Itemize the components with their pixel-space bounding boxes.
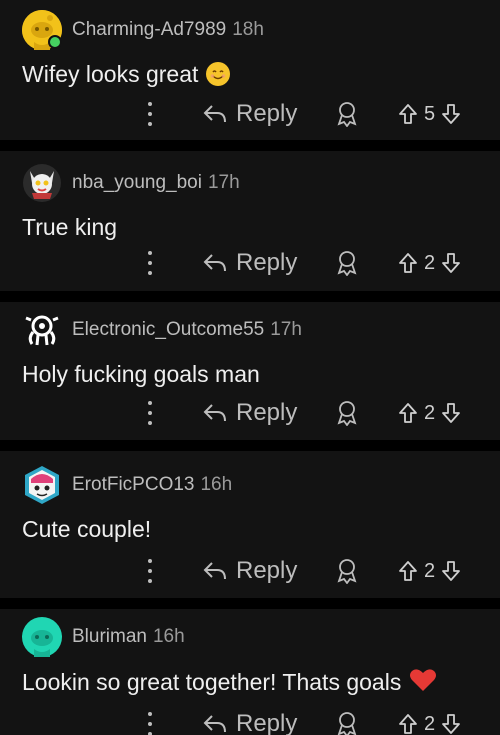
comment-text: Holy fucking goals man [22,360,478,388]
timestamp: 16h [200,474,233,495]
award-icon[interactable] [336,711,358,735]
reply-label: Reply [236,249,298,276]
vote-controls: 5 [398,103,461,126]
reply-button[interactable]: Reply [202,249,297,277]
comment-body: Holy fucking goals man [22,361,260,387]
downvote-icon[interactable] [441,103,461,125]
upvote-icon[interactable] [398,713,418,735]
award-icon[interactable] [336,558,358,584]
vote-count: 5 [424,102,436,125]
comment-text: Wifey looks great [22,60,478,88]
username[interactable]: ErotFicPCO13 [72,474,194,496]
vote-count: 2 [424,712,436,735]
comment-body: True king [22,214,118,240]
upvote-icon[interactable] [398,560,418,582]
reply-arrow-icon [203,562,226,580]
vote-count: 2 [424,251,436,274]
reply-arrow-icon [203,404,226,422]
comment-card: ErotFicPCO13 16h Cute couple! Reply 2 [0,451,500,598]
comment-text: Lookin so great together! Thats goals [22,667,478,697]
comment-meta: ErotFicPCO13 16h [22,451,478,505]
reply-label: Reply [236,100,298,127]
vote-controls: 2 [398,402,461,425]
comment-actions: Reply 2 [0,704,500,735]
username[interactable]: Electronic_Outcome55 [72,319,264,341]
smiling-face-emoji-icon [206,62,231,86]
downvote-icon[interactable] [441,252,461,274]
fox-character-avatar-icon [23,164,61,202]
reply-button[interactable]: Reply [202,710,297,735]
snoo-avatar-icon [22,617,62,657]
comment-feed: Charming-Ad7989 18h Wifey looks great Re… [0,0,500,735]
online-status-icon [48,35,62,49]
comment-meta: Bluriman 16h [22,609,478,657]
downvote-icon[interactable] [441,560,461,582]
comment-meta: Charming-Ad7989 18h [22,0,478,50]
timestamp: 16h [152,626,185,647]
timestamp: 17h [270,319,302,340]
downvote-icon[interactable] [441,713,461,735]
comment-meta: nba_young_boi 17h [22,151,478,203]
award-icon[interactable] [336,101,358,127]
reply-arrow-icon [203,715,226,733]
timestamp: 17h [207,172,240,193]
reply-button[interactable]: Reply [202,399,297,427]
comment-actions: Reply 2 [0,393,500,433]
more-options-icon[interactable] [140,559,160,583]
user-avatar[interactable] [22,10,62,50]
reply-button[interactable]: Reply [202,557,297,585]
reply-button[interactable]: Reply [202,100,297,128]
user-avatar[interactable] [22,465,62,505]
comment-text: True king [22,213,478,241]
user-avatar[interactable] [22,310,62,350]
more-options-icon[interactable] [140,102,160,126]
downvote-icon[interactable] [441,402,461,424]
user-avatar[interactable] [22,163,62,203]
comment-body: Lookin so great together! Thats goals [22,669,402,695]
comment-card: Bluriman 16h Lookin so great together! T… [0,609,500,735]
hexagon-character-avatar-icon [25,466,59,504]
upvote-icon[interactable] [398,402,418,424]
user-avatar[interactable] [22,617,62,657]
reply-label: Reply [236,557,298,584]
username[interactable]: Charming-Ad7989 [72,19,226,41]
reply-label: Reply [236,399,298,426]
comment-text: Cute couple! [22,515,478,543]
reply-arrow-icon [203,254,226,272]
comment-body: Wifey looks great [22,61,199,87]
comment-card: Charming-Ad7989 18h Wifey looks great Re… [0,0,500,140]
upvote-icon[interactable] [398,252,418,274]
comment-actions: Reply 5 [0,94,500,134]
vote-count: 2 [424,559,436,582]
upvote-icon[interactable] [398,103,418,125]
comment-actions: Reply 2 [0,243,500,283]
reply-arrow-icon [203,105,226,123]
more-options-icon[interactable] [140,401,160,425]
timestamp: 18h [232,19,264,40]
octopus-logo-avatar-icon [25,315,59,346]
vote-controls: 2 [398,560,461,583]
comment-card: nba_young_boi 17h True king Reply 2 [0,151,500,291]
award-icon[interactable] [336,400,358,426]
award-icon[interactable] [336,250,358,276]
comment-body: Cute couple! [22,516,152,542]
red-heart-emoji-icon [409,667,437,697]
username[interactable]: nba_young_boi [72,172,202,194]
comment-actions: Reply 2 [0,551,500,591]
comment-meta: Electronic_Outcome55 17h [22,302,478,350]
reply-label: Reply [236,710,298,735]
vote-controls: 2 [398,713,461,735]
vote-controls: 2 [398,252,461,275]
vote-count: 2 [424,401,436,424]
username[interactable]: Bluriman [72,626,147,648]
more-options-icon[interactable] [140,712,160,735]
more-options-icon[interactable] [140,251,160,275]
comment-card: Electronic_Outcome55 17h Holy fucking go… [0,302,500,440]
